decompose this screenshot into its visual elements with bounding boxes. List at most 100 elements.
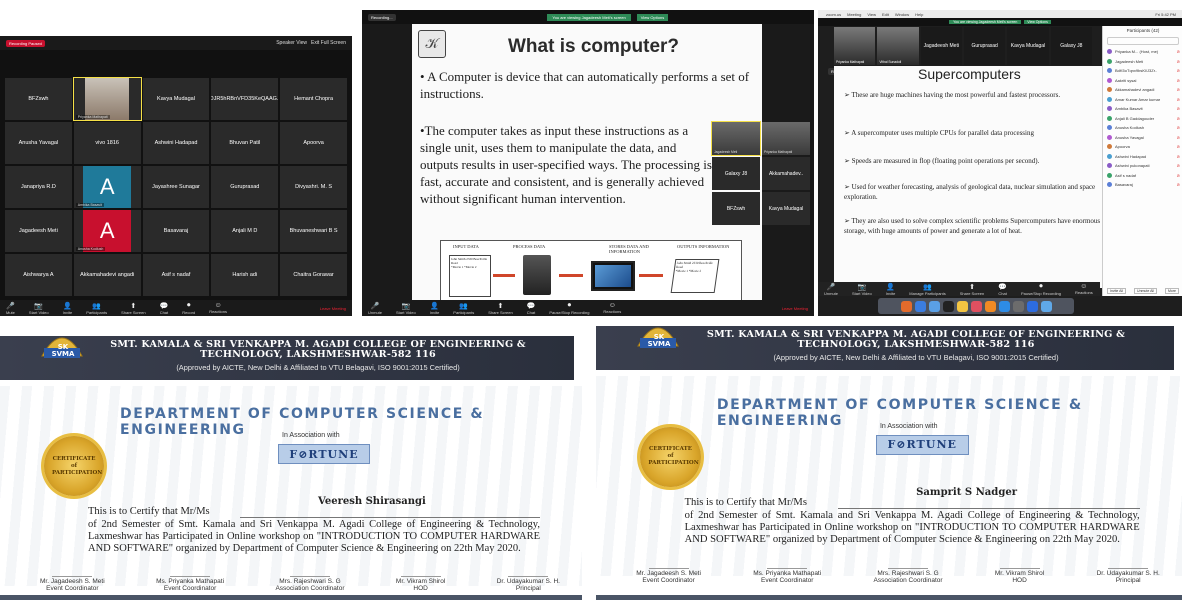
- toolbar-chat-button[interactable]: 💬 Chat: [527, 302, 536, 315]
- participant-tile[interactable]: BFZswh: [712, 192, 760, 225]
- toolbar-pause-stop-recording-button[interactable]: ⏺ Pause/Stop Recording: [1021, 283, 1061, 296]
- toolbar-invite-button[interactable]: 👤 Invite: [63, 302, 73, 315]
- participant-tile[interactable]: Bhuvaneshwari B S: [280, 210, 347, 252]
- menu-item[interactable]: Meeting: [847, 12, 861, 17]
- folder-icon[interactable]: [1040, 300, 1052, 312]
- notes-icon[interactable]: [956, 300, 968, 312]
- exit-fullscreen-button[interactable]: Exit Full Screen: [311, 40, 352, 46]
- menu-item[interactable]: Help: [915, 12, 923, 17]
- participant-tile[interactable]: Bhuvan Patil: [211, 122, 279, 164]
- participants-footer-button[interactable]: Invite All: [1107, 288, 1127, 294]
- participant-tile[interactable]: Galaxy J8: [712, 157, 760, 190]
- participant-tile[interactable]: Chaitra Gorawar: [280, 254, 347, 296]
- participant-tile[interactable]: Jayashree Sunagar: [142, 166, 210, 208]
- participant-row[interactable]: Ashwini pukonapati ⊘: [1103, 161, 1182, 171]
- finder-icon[interactable]: [900, 300, 912, 312]
- toolbar-start-video-button[interactable]: 📷 Start Video: [396, 302, 416, 315]
- participant-tile[interactable]: Priyanka Mathapati: [762, 122, 810, 155]
- speaker-view-button[interactable]: Speaker View: [276, 40, 307, 46]
- participant-tile[interactable]: Vithal Sunadoli: [877, 27, 919, 65]
- menu-item[interactable]: zoom.us: [826, 12, 841, 17]
- participant-row[interactable]: Anusha Yavagal ⊘: [1103, 133, 1182, 143]
- participant-tile[interactable]: Galaxy J8: [1050, 27, 1092, 65]
- view-options-button[interactable]: View Options: [636, 13, 669, 21]
- participants-footer-button[interactable]: More: [1164, 288, 1179, 294]
- menu-item[interactable]: Window: [895, 12, 909, 17]
- toolbar-participants-button[interactable]: 👥 Participants: [453, 302, 474, 315]
- participant-tile[interactable]: Apoorva: [280, 122, 347, 164]
- mic-muted-icon[interactable]: ⊘: [1177, 163, 1182, 168]
- participant-row[interactable]: Jagadeesh Meti ⊘: [1103, 57, 1182, 67]
- participant-tile[interactable]: Kavya Mudagal: [142, 78, 210, 120]
- toolbar-chat-button[interactable]: 💬 Chat: [160, 302, 169, 315]
- zoom-icon[interactable]: [1026, 300, 1038, 312]
- participant-row[interactable]: Aakriti sysal ⊘: [1103, 76, 1182, 86]
- participant-row[interactable]: Ambika Basavit ⊘: [1103, 104, 1182, 114]
- toolbar-reactions-button[interactable]: ☺ Reactions: [209, 302, 227, 314]
- participant-tile[interactable]: DJR5hRBnVFD35KeQAAG..: [211, 78, 279, 120]
- toolbar-unmute-button[interactable]: 🎤 Unmute: [368, 302, 382, 315]
- recording-badge[interactable]: Recording Paused: [6, 39, 45, 47]
- participant-tile[interactable]: Divyashri. M. S: [280, 166, 347, 208]
- settings-icon[interactable]: [1012, 300, 1024, 312]
- participant-row[interactable]: Ashwini Hadapad ⊘: [1103, 152, 1182, 162]
- participant-tile[interactable]: Janapriya R.D: [5, 166, 72, 208]
- app-store-icon[interactable]: [998, 300, 1010, 312]
- menu-item[interactable]: View: [867, 12, 876, 17]
- mic-muted-icon[interactable]: ⊘: [1177, 68, 1182, 73]
- toolbar-share-screen-button[interactable]: ⬆ Share Screen: [121, 302, 145, 315]
- toolbar-unmute-button[interactable]: 🎤 Unmute: [824, 283, 838, 296]
- participant-tile[interactable]: Jagadeesh Meti: [920, 27, 962, 65]
- mic-muted-icon[interactable]: ⊘: [1177, 144, 1182, 149]
- participant-tile[interactable]: Kavya Mudagal: [1007, 27, 1049, 65]
- mic-muted-icon[interactable]: ⊘: [1177, 125, 1182, 130]
- mic-muted-icon[interactable]: ⊘: [1177, 154, 1182, 159]
- toolbar-invite-button[interactable]: 👤 Invite: [886, 283, 896, 296]
- participant-tile[interactable]: Anjali M D: [211, 210, 279, 252]
- toolbar-chat-button[interactable]: 💬 Chat: [998, 283, 1007, 296]
- participant-tile[interactable]: Asif s nadaf: [142, 254, 210, 296]
- participant-tile[interactable]: BFZswh: [5, 78, 72, 120]
- toolbar-reactions-button[interactable]: ☺ Reactions: [603, 302, 621, 314]
- safari-icon[interactable]: [914, 300, 926, 312]
- mic-muted-icon[interactable]: ⊘: [1177, 49, 1182, 54]
- participants-footer-button[interactable]: Unmute All: [1134, 288, 1157, 294]
- participant-tile[interactable]: Kavya Mudagal: [762, 192, 810, 225]
- participant-row[interactable]: Akkamahadevi angadi ⊘: [1103, 85, 1182, 95]
- toolbar-start-video-button[interactable]: 📷 Start Video: [852, 283, 872, 296]
- photos-icon[interactable]: [970, 300, 982, 312]
- participant-row[interactable]: Asif s nadaf ⊘: [1103, 171, 1182, 181]
- leave-meeting-button[interactable]: Leave Meeting: [782, 306, 808, 311]
- participant-tile[interactable]: Harish adi: [211, 254, 279, 296]
- mic-muted-icon[interactable]: ⊘: [1177, 135, 1182, 140]
- mic-muted-icon[interactable]: ⊘: [1177, 87, 1182, 92]
- participant-tile[interactable]: Guruprasad: [211, 166, 279, 208]
- participant-tile[interactable]: Guruprasad: [963, 27, 1006, 65]
- toolbar-invite-button[interactable]: 👤 Invite: [430, 302, 440, 315]
- toolbar-record-button[interactable]: ⏺ Record: [182, 302, 195, 315]
- participant-tile[interactable]: Aishwarya A: [5, 254, 72, 296]
- participant-tile[interactable]: Ashwini Hadapad: [142, 122, 210, 164]
- participant-row[interactable]: Anusha Kodlush ⊘: [1103, 123, 1182, 133]
- toolbar-share-screen-button[interactable]: ⬆ Share Screen: [960, 283, 984, 296]
- mic-muted-icon[interactable]: ⊘: [1177, 173, 1182, 178]
- participant-tile[interactable]: Akkamahadev..: [762, 157, 810, 190]
- participant-tile[interactable]: Basavaraj: [142, 210, 210, 252]
- participant-row[interactable]: Priyanka M... (Host, me) ⊘: [1103, 47, 1182, 57]
- participant-row[interactable]: Amar Kumar Amar kumar ⊘: [1103, 95, 1182, 105]
- leave-meeting-button[interactable]: Leave Meeting: [320, 306, 346, 311]
- toolbar-participants-button[interactable]: 👥 Participants: [86, 302, 107, 315]
- participant-row[interactable]: Anjali B Gaddagouder ⊘: [1103, 114, 1182, 124]
- toolbar-pause-stop-recording-button[interactable]: ⏺ Pause/Stop Recording: [549, 302, 589, 315]
- mic-muted-icon[interactable]: ⊘: [1177, 116, 1182, 121]
- participant-tile[interactable]: vivo 1816: [73, 122, 141, 164]
- books-icon[interactable]: [984, 300, 996, 312]
- participant-row[interactable]: Basavaraj ⊘: [1103, 180, 1182, 190]
- toolbar-share-screen-button[interactable]: ⬆ Share Screen: [488, 302, 512, 315]
- recording-badge[interactable]: Recording...: [368, 13, 396, 21]
- participant-tile[interactable]: A Ambika Basavit: [73, 166, 141, 208]
- menu-item[interactable]: Edit: [882, 12, 889, 17]
- participant-tile[interactable]: Anusha Yavagal: [5, 122, 72, 164]
- participant-tile[interactable]: Hemant Chopra: [280, 78, 347, 120]
- participant-tile[interactable]: Jagadeesh Meti: [711, 121, 761, 156]
